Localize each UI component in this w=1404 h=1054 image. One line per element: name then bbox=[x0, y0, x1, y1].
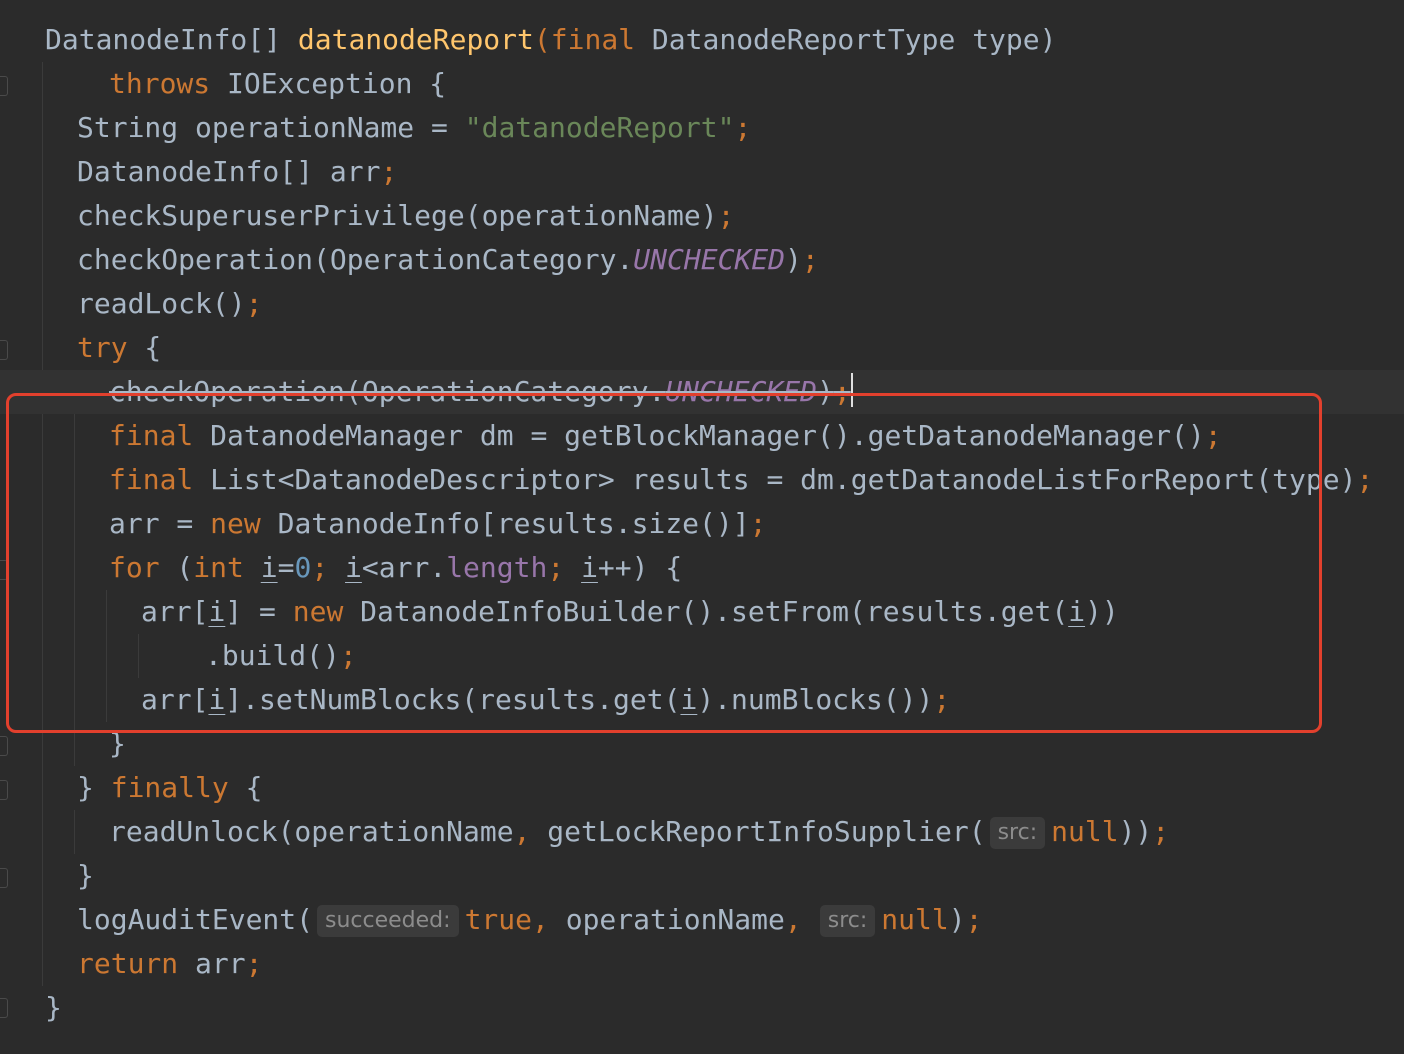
parameter-hint: src: bbox=[819, 905, 876, 937]
code-line[interactable]: logAuditEvent(succeeded: true, operationN… bbox=[77, 898, 982, 942]
code-line[interactable]: readLock(); bbox=[77, 282, 262, 326]
code-line[interactable]: final List<DatanodeDescriptor> results =… bbox=[109, 458, 1373, 502]
code-line[interactable]: } finally { bbox=[77, 766, 262, 810]
code-line[interactable]: DatanodeInfo[] datanodeReport(final Data… bbox=[45, 18, 1056, 62]
code-line[interactable]: DatanodeInfo[] arr; bbox=[77, 150, 397, 194]
fold-marker-icon[interactable] bbox=[0, 736, 8, 756]
code-line[interactable]: try { bbox=[77, 326, 161, 370]
code-line[interactable]: arr = new DatanodeInfo[results.size()]; bbox=[109, 502, 766, 546]
indent-guide bbox=[138, 634, 139, 678]
fold-marker-icon[interactable] bbox=[0, 560, 8, 580]
code-line[interactable]: return arr; bbox=[77, 942, 262, 986]
fold-marker-icon[interactable] bbox=[0, 340, 8, 360]
indent-guide bbox=[42, 62, 43, 986]
code-line[interactable]: arr[i].setNumBlocks(results.get(i).numBl… bbox=[141, 678, 950, 722]
code-line[interactable]: checkSuperuserPrivilege(operationName); bbox=[77, 194, 734, 238]
code-line-deprecated[interactable]: checkOperation(OperationCategory.UNCHECK… bbox=[109, 370, 853, 414]
indent-guide bbox=[106, 590, 107, 722]
code-line[interactable]: } bbox=[109, 722, 126, 766]
code-line[interactable]: } bbox=[45, 986, 62, 1030]
code-line[interactable]: throws IOException { bbox=[109, 62, 446, 106]
code-line[interactable]: arr[i] = new DatanodeInfoBuilder().setFr… bbox=[141, 590, 1119, 634]
fold-marker-icon[interactable] bbox=[0, 76, 8, 96]
parameter-hint: succeeded: bbox=[317, 905, 459, 937]
text-caret bbox=[850, 373, 853, 407]
code-line[interactable]: final DatanodeManager dm = getBlockManag… bbox=[109, 414, 1222, 458]
deprecated-call: checkOperation(OperationCategory.UNCHECK… bbox=[109, 375, 851, 408]
code-line[interactable]: .build(); bbox=[205, 634, 357, 678]
code-editor[interactable]: DatanodeInfo[] datanodeReport(final Data… bbox=[0, 0, 1404, 1054]
indent-guide bbox=[74, 810, 75, 854]
code-line[interactable]: String operationName = "datanodeReport"; bbox=[77, 106, 751, 150]
code-line[interactable]: } bbox=[77, 854, 94, 898]
fold-marker-icon[interactable] bbox=[0, 998, 8, 1018]
fold-marker-icon[interactable] bbox=[0, 868, 8, 888]
code-line[interactable]: readUnlock(operationName, getLockReportI… bbox=[109, 810, 1169, 854]
code-line[interactable]: for (int i=0; i<arr.length; i++) { bbox=[109, 546, 682, 590]
parameter-hint: src: bbox=[989, 817, 1046, 849]
code-line[interactable]: checkOperation(OperationCategory.UNCHECK… bbox=[77, 238, 819, 282]
fold-marker-icon[interactable] bbox=[0, 780, 8, 800]
indent-guide bbox=[74, 370, 75, 766]
